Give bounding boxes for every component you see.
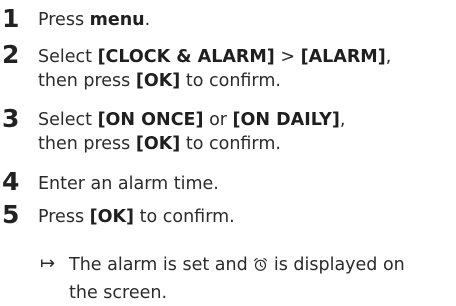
step-text-line2: then press [OK] to confirm.	[38, 69, 456, 93]
step-text-line1: Select [ON ONCE] or [ON DAILY],	[38, 108, 456, 132]
result-text: The alarm is set and is displayed on the…	[69, 252, 456, 306]
step-text: Press menu.	[38, 8, 456, 32]
text: Press	[38, 10, 90, 30]
text: ,	[385, 47, 392, 67]
text: then press	[38, 71, 136, 91]
step-text: Enter an alarm time.	[38, 172, 456, 196]
text: to confirm.	[180, 71, 281, 91]
keyword-ok: [OK]	[135, 71, 181, 91]
text: The alarm is set and	[69, 255, 248, 275]
step-number: 2	[2, 40, 20, 69]
result-arrow-icon: ↦	[40, 253, 56, 274]
text: >	[274, 47, 301, 67]
alarm-clock-icon	[253, 254, 268, 280]
text: then press	[38, 134, 136, 154]
text: Press	[38, 207, 90, 227]
text: Select	[38, 110, 98, 130]
text: Select	[38, 47, 98, 67]
keyword-clock-alarm: [CLOCK & ALARM]	[97, 47, 275, 67]
keyword-on-once: [ON ONCE]	[97, 110, 204, 130]
keyword-ok: [OK]	[135, 134, 181, 154]
text: .	[144, 10, 151, 30]
keyword-alarm: [ALARM]	[300, 47, 386, 67]
step-number: 5	[2, 200, 20, 229]
step-number: 4	[2, 167, 20, 196]
keyword-on-daily: [ON DAILY]	[232, 110, 340, 130]
keyword-ok: [OK]	[89, 207, 135, 227]
step-text: Press [OK] to confirm.	[38, 205, 456, 229]
step-text-line1: Select [CLOCK & ALARM] > [ALARM],	[38, 45, 456, 69]
step-number: 3	[2, 104, 20, 133]
step-text-line2: then press [OK] to confirm.	[38, 132, 456, 156]
text: the screen.	[69, 283, 168, 303]
text: or	[203, 110, 233, 130]
text: ,	[339, 110, 346, 130]
text: to confirm.	[134, 207, 235, 227]
text: to confirm.	[180, 134, 281, 154]
text: Enter an alarm time.	[38, 174, 219, 194]
keyword-menu: menu	[89, 10, 145, 30]
step-number: 1	[2, 4, 20, 33]
text: is displayed on	[273, 255, 405, 275]
